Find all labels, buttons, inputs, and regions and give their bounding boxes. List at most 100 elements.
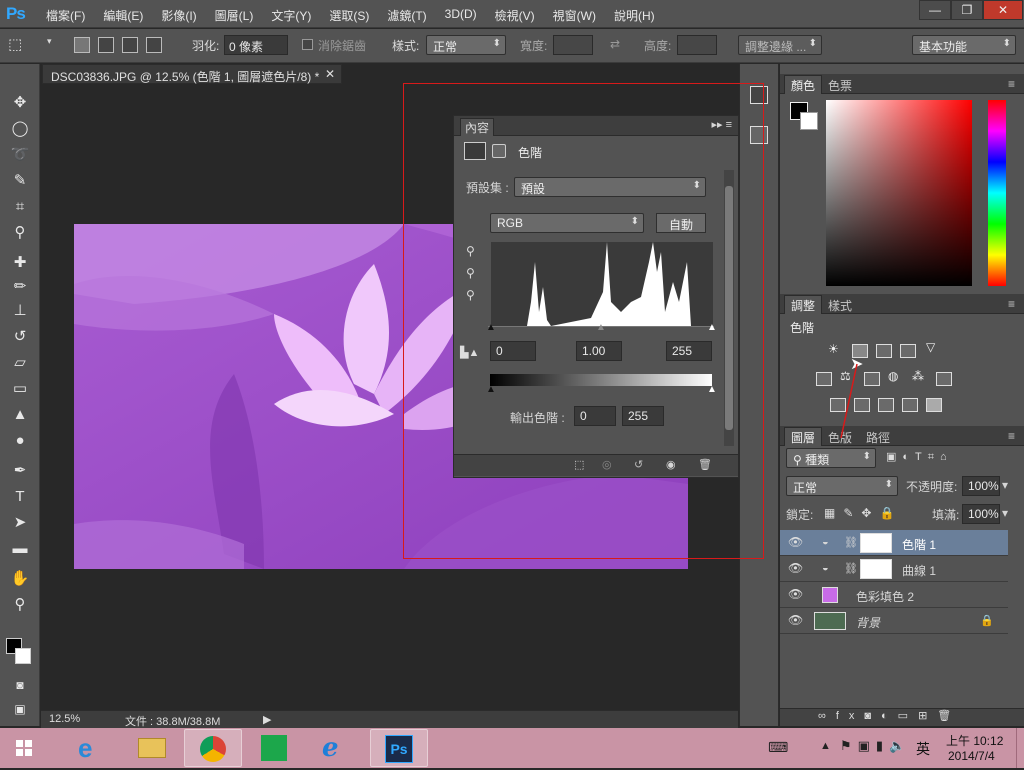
properties-scrollbar[interactable] bbox=[724, 170, 734, 446]
visibility-eye-icon[interactable]: 👁 bbox=[788, 561, 803, 575]
layer-row[interactable]: 👁 背景 🔒 bbox=[780, 608, 1008, 634]
pen-tool-icon[interactable]: ✒ bbox=[6, 460, 34, 482]
document-tab[interactable]: DSC03836.JPG @ 12.5% (色階 1, 圖層遮色片/8) * ✕ bbox=[42, 64, 342, 84]
hue-saturation-icon[interactable] bbox=[816, 372, 832, 386]
output-black-field[interactable]: 0 bbox=[574, 406, 616, 426]
store-taskbar-button[interactable] bbox=[246, 729, 304, 767]
photoshop-taskbar-button[interactable]: Ps bbox=[370, 729, 428, 767]
close-tab-icon[interactable]: ✕ bbox=[325, 67, 335, 81]
exposure-icon[interactable] bbox=[900, 344, 916, 358]
close-button[interactable]: ✕ bbox=[983, 0, 1023, 20]
fill-arrow-icon[interactable]: ▾ bbox=[1002, 506, 1008, 520]
show-hidden-icons[interactable]: ▲ bbox=[820, 740, 831, 752]
quick-select-tool-icon[interactable]: ✎ bbox=[6, 170, 34, 192]
input-gamma-field[interactable]: 1.00 bbox=[576, 341, 622, 361]
clock-date[interactable]: 2014/7/4 bbox=[948, 749, 995, 763]
antialias-checkbox[interactable] bbox=[302, 39, 313, 50]
tool-preset-arrow-icon[interactable]: ▾ bbox=[47, 36, 52, 47]
layer-row[interactable]: 👁 色彩填色 2 bbox=[780, 582, 1008, 608]
tab-styles[interactable]: 樣式 bbox=[822, 296, 858, 315]
status-menu-arrow-icon[interactable]: ▶ bbox=[263, 713, 271, 726]
new-selection-icon[interactable] bbox=[74, 37, 90, 53]
layers-panel-menu-icon[interactable]: ≡ bbox=[1002, 428, 1021, 444]
hue-slider[interactable] bbox=[988, 100, 1006, 286]
tab-layers[interactable]: 圖層 bbox=[784, 427, 823, 446]
menu-image[interactable]: 影像(I) bbox=[161, 7, 196, 24]
quick-mask-icon[interactable]: ◙ bbox=[6, 674, 34, 696]
input-black-slider[interactable]: ▲ bbox=[486, 322, 496, 333]
black-white-icon[interactable] bbox=[864, 372, 880, 386]
dodge-tool-icon[interactable]: ● bbox=[6, 430, 34, 452]
intersect-selection-icon[interactable] bbox=[146, 37, 162, 53]
tab-paths[interactable]: 路徑 bbox=[860, 428, 896, 447]
output-white-slider[interactable]: ▲ bbox=[707, 384, 717, 395]
feather-input[interactable]: 0 像素 bbox=[224, 35, 288, 55]
menu-type[interactable]: 文字(Y) bbox=[271, 7, 311, 24]
delete-icon[interactable]: 🗑 bbox=[698, 458, 712, 471]
background-color-swatch[interactable] bbox=[15, 648, 31, 664]
start-button[interactable] bbox=[4, 729, 44, 767]
layer-row[interactable]: 👁 ◒ ⛓ 色階 1 bbox=[780, 530, 1008, 556]
channel-dropdown[interactable]: RGB bbox=[490, 213, 644, 233]
layer-name[interactable]: 背景 bbox=[856, 614, 880, 631]
keyboard-icon[interactable]: ⌨ bbox=[768, 739, 788, 756]
lasso-tool-icon[interactable]: ➰ bbox=[6, 144, 34, 166]
healing-tool-icon[interactable]: ✚ bbox=[6, 252, 34, 274]
menu-3d[interactable]: 3D(D) bbox=[445, 7, 477, 24]
properties-panel-icon[interactable] bbox=[750, 126, 768, 144]
chain-icon[interactable]: ⛓ bbox=[844, 536, 858, 549]
fill-input[interactable]: 100% bbox=[962, 504, 1000, 524]
show-desktop-button[interactable] bbox=[1016, 728, 1024, 768]
output-white-field[interactable]: 255 bbox=[622, 406, 664, 426]
chain-icon[interactable]: ⛓ bbox=[844, 562, 858, 575]
menu-window[interactable]: 視窗(W) bbox=[553, 7, 596, 24]
color-bg-swatch[interactable] bbox=[800, 112, 818, 130]
ellipse-marquee-tool-icon[interactable]: ◯ bbox=[6, 118, 34, 140]
clip-to-layer-icon[interactable]: ⬚ bbox=[574, 458, 584, 471]
menu-help[interactable]: 說明(H) bbox=[614, 7, 655, 24]
selective-color-icon[interactable] bbox=[902, 398, 918, 412]
reset-icon[interactable]: ↺ bbox=[634, 458, 643, 471]
output-black-slider[interactable]: ▲ bbox=[486, 384, 496, 395]
tab-adjustments[interactable]: 調整 bbox=[784, 295, 823, 314]
hand-tool-icon[interactable]: ✋ bbox=[6, 568, 34, 590]
layer-name[interactable]: 曲線 1 bbox=[902, 562, 936, 579]
layer-row[interactable]: 👁 ◒ ⛓ 曲線 1 bbox=[780, 556, 1008, 582]
rectangle-tool-icon[interactable]: ▬ bbox=[6, 538, 34, 560]
lock-icons[interactable]: ▦✎✥🔒 bbox=[824, 506, 902, 520]
brush-tool-icon[interactable]: ✏ bbox=[6, 276, 34, 298]
panel-menu-icon[interactable]: ▸▸ ≡ bbox=[711, 118, 732, 131]
clipping-warning-icon[interactable]: ▙▲ bbox=[460, 346, 479, 359]
style-dropdown[interactable]: 正常 bbox=[426, 35, 506, 55]
zoom-tool-icon[interactable]: ⚲ bbox=[6, 594, 34, 616]
curves-icon[interactable] bbox=[876, 344, 892, 358]
explorer-taskbar-button[interactable] bbox=[122, 729, 180, 767]
vibrance-icon[interactable]: ▽ bbox=[926, 340, 935, 354]
ie-alt-taskbar-button[interactable]: ℯ bbox=[308, 729, 366, 767]
background-thumb[interactable] bbox=[814, 612, 846, 630]
menu-view[interactable]: 檢視(V) bbox=[495, 7, 535, 24]
subtract-selection-icon[interactable] bbox=[122, 37, 138, 53]
workspace-dropdown[interactable]: 基本功能 bbox=[912, 35, 1016, 55]
menu-select[interactable]: 選取(S) bbox=[329, 7, 369, 24]
layer-filter-dropdown[interactable]: ⚲ 種類 bbox=[786, 448, 876, 468]
preset-dropdown[interactable]: 預設 bbox=[514, 177, 706, 197]
layer-mask-thumb[interactable] bbox=[860, 533, 892, 553]
tab-swatches[interactable]: 色票 bbox=[822, 76, 858, 95]
marquee-tool-icon[interactable]: ⬚ bbox=[8, 35, 22, 53]
restore-button[interactable]: ❐ bbox=[951, 0, 983, 20]
layer-mask-thumb[interactable] bbox=[860, 559, 892, 579]
menu-file[interactable]: 檔案(F) bbox=[46, 7, 85, 24]
white-eyedropper-icon[interactable]: ⚲ bbox=[466, 288, 475, 302]
minimize-button[interactable]: — bbox=[919, 0, 951, 20]
fill-color-thumb[interactable] bbox=[822, 587, 838, 603]
menu-edit[interactable]: 編輯(E) bbox=[103, 7, 143, 24]
color-lookup-icon[interactable] bbox=[936, 372, 952, 386]
path-select-tool-icon[interactable]: ➤ bbox=[6, 512, 34, 534]
channel-mixer-icon[interactable]: ⁂ bbox=[912, 369, 924, 383]
layers-footer-icons[interactable]: ∞fx◙◐▭⊞🗑 bbox=[780, 708, 1024, 726]
gray-eyedropper-icon[interactable]: ⚲ bbox=[466, 266, 475, 280]
crop-tool-icon[interactable]: ⌗ bbox=[6, 196, 34, 218]
tab-properties[interactable]: 內容 bbox=[460, 118, 495, 136]
mask-icon[interactable] bbox=[492, 144, 506, 158]
